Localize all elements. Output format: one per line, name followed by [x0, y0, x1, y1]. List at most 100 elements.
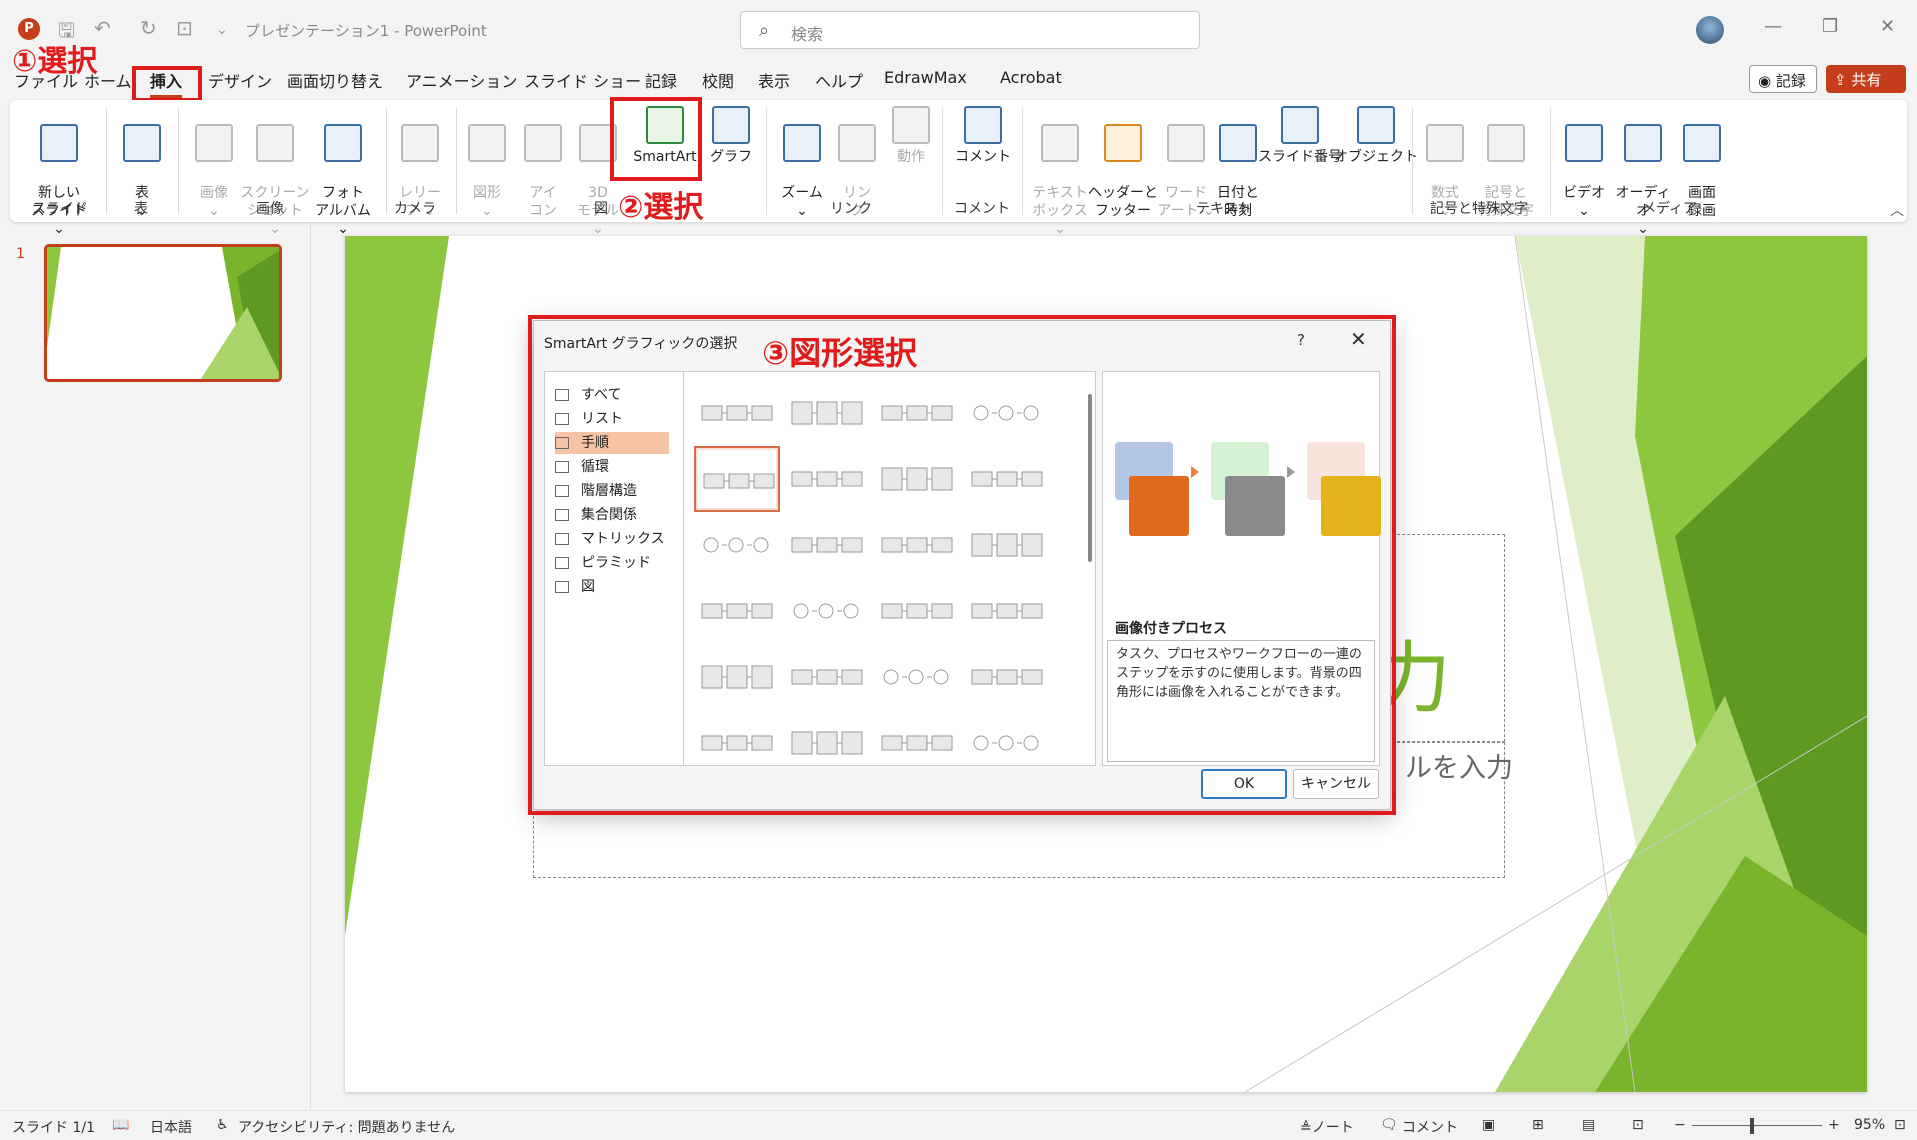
image-label: 画像 ⌄ [200, 185, 228, 219]
audio-button[interactable]: オーディオ ⌄ [1610, 106, 1676, 238]
zoom-slider-thumb[interactable] [1750, 1118, 1754, 1134]
fit-slide-icon[interactable]: ⊡ [1894, 1117, 1906, 1133]
image-button[interactable]: 画像 ⌄ [186, 106, 242, 220]
tab-design[interactable]: デザイン [208, 68, 272, 92]
annotation-box-dialog [528, 315, 1396, 815]
separator [178, 108, 179, 214]
tab-help[interactable]: ヘルプ [815, 68, 863, 92]
zoom-in-icon[interactable]: + [1828, 1117, 1840, 1133]
separator [106, 108, 107, 214]
screenshot-icon [256, 124, 294, 162]
screen-record-icon [1683, 124, 1721, 162]
customize-qat-icon[interactable]: ⌄ [216, 22, 228, 38]
tab-review[interactable]: 校閲 [702, 68, 734, 92]
annotation-box-insert-tab [132, 66, 202, 102]
separator [1412, 108, 1413, 214]
video-label: ビデオ ⌄ [1563, 185, 1605, 219]
zoom-slider[interactable] [1692, 1125, 1822, 1126]
calendar-icon [1219, 124, 1257, 162]
tab-view[interactable]: 表示 [758, 68, 790, 92]
omega-icon [1487, 124, 1525, 162]
tab-acrobat[interactable]: Acrobat [1000, 68, 1062, 87]
header-footer-button[interactable]: ヘッダーと フッター [1084, 106, 1162, 220]
zoom-out-icon[interactable]: − [1674, 1117, 1686, 1133]
accessibility-icon: ♿ [216, 1117, 229, 1133]
restore-icon[interactable]: ❐ [1822, 16, 1838, 37]
image-icon [195, 124, 233, 162]
tab-record[interactable]: 記録 [645, 68, 677, 92]
video-button[interactable]: ビデオ ⌄ [1556, 106, 1612, 220]
slide-count: スライド 1/1 [12, 1120, 95, 1136]
user-avatar[interactable] [1696, 16, 1724, 44]
chart-button[interactable]: グラフ [706, 106, 756, 166]
annotation-box-smartart [610, 97, 702, 181]
new-slide-icon [40, 124, 78, 162]
tab-animations[interactable]: アニメーション [406, 68, 517, 92]
group-symbols-label: 記号と特殊文字 [1430, 201, 1528, 217]
annotation-step3: ③図形選択 [762, 334, 918, 372]
search-placeholder: 検索 [791, 25, 824, 44]
new-slide-button[interactable]: 新しい スライド ⌄ [24, 106, 94, 238]
photo-album-button[interactable]: フォト アルバム ⌄ [308, 106, 378, 238]
pi-icon [1426, 124, 1464, 162]
object-label: オブジェクト [1334, 149, 1418, 165]
shapes-button[interactable]: 図形 ⌄ [462, 106, 512, 220]
slide-thumbnail[interactable] [44, 244, 282, 382]
document-title: プレゼンテーション1 - PowerPoint [245, 22, 487, 40]
close-window-icon[interactable]: ✕ [1880, 16, 1895, 37]
reading-view-icon[interactable]: ▤ [1582, 1117, 1595, 1133]
comments-button[interactable]: コメント [1402, 1117, 1458, 1137]
tab-file[interactable]: ファイル [14, 68, 78, 92]
accessibility-status[interactable]: アクセシビリティ: 問題ありません [238, 1117, 455, 1137]
action-icon [892, 106, 930, 144]
header-footer-label: ヘッダーと フッター [1088, 185, 1158, 219]
object-button[interactable]: オブジェクト [1334, 106, 1418, 166]
tab-slideshow[interactable]: スライド ショー [524, 68, 641, 92]
separator [942, 108, 943, 214]
zoom-level[interactable]: 95% [1854, 1117, 1885, 1133]
collapse-ribbon-icon[interactable]: ︿ [1890, 200, 1904, 220]
share-button[interactable]: ⇪ 共有 ⌄ [1826, 65, 1906, 108]
comment-icon [964, 106, 1002, 144]
tab-home[interactable]: ホーム [84, 68, 132, 92]
search-box[interactable]: ⌕ 検索 [740, 11, 1200, 49]
cameo-icon [401, 124, 439, 162]
group-table-label: 表 [134, 201, 148, 217]
video-icon [1565, 124, 1603, 162]
slide-number-label: 1 [16, 246, 25, 262]
group-comment-label: コメント [954, 201, 1010, 217]
screenshot-button[interactable]: スクリーン ショット ⌄ [240, 106, 310, 238]
language-indicator[interactable]: 日本語 [150, 1117, 192, 1137]
photo-album-icon [324, 124, 362, 162]
panel-divider[interactable] [310, 225, 311, 1110]
comment-icon: 🗨 [1380, 1117, 1398, 1133]
notes-button[interactable]: ≜ノート [1300, 1117, 1354, 1137]
redo-icon[interactable]: ↻ [140, 16, 157, 40]
slideshow-icon[interactable]: ⊡ [1632, 1117, 1644, 1133]
title-bar: P 🖫 ↶ ↻ ⊡ ⌄ プレゼンテーション1 - PowerPoint ⌕ 検索… [0, 0, 1917, 58]
shapes-label: 図形 ⌄ [473, 185, 501, 219]
slide-subtitle-text: ルを入力 [1405, 753, 1513, 784]
group-link-label: リンク [830, 201, 872, 217]
object-icon [1357, 106, 1395, 144]
icons-button[interactable]: アイ コン [518, 106, 568, 220]
status-bar: スライド 1/1 📖 日本語 ♿ アクセシビリティ: 問題ありません ≜ノート … [0, 1110, 1917, 1140]
normal-view-icon[interactable]: ▣ [1482, 1117, 1495, 1133]
comment-button[interactable]: コメント [948, 106, 1018, 166]
icons-icon [524, 124, 562, 162]
record-button[interactable]: ◉ 記録 [1749, 65, 1817, 93]
zoom-button[interactable]: ズーム ⌄ [772, 106, 832, 220]
action-button[interactable]: 動作 [886, 106, 936, 166]
tab-edrawmax[interactable]: EdrawMax [884, 68, 967, 87]
minimize-icon[interactable]: — [1764, 16, 1782, 37]
action-label: 動作 [897, 149, 925, 165]
separator [766, 108, 767, 214]
chart-icon [712, 106, 750, 144]
slide-number-button[interactable]: スライド番号 [1258, 106, 1342, 166]
present-from-start-icon[interactable]: ⊡ [176, 16, 193, 40]
spellcheck-icon[interactable]: 📖 [112, 1117, 129, 1133]
tab-transitions[interactable]: 画面切り替え [287, 68, 383, 92]
slide-sorter-icon[interactable]: ⊞ [1532, 1117, 1544, 1133]
zoom-label: ズーム ⌄ [781, 185, 823, 219]
group-figure-label: 図 [594, 201, 608, 217]
